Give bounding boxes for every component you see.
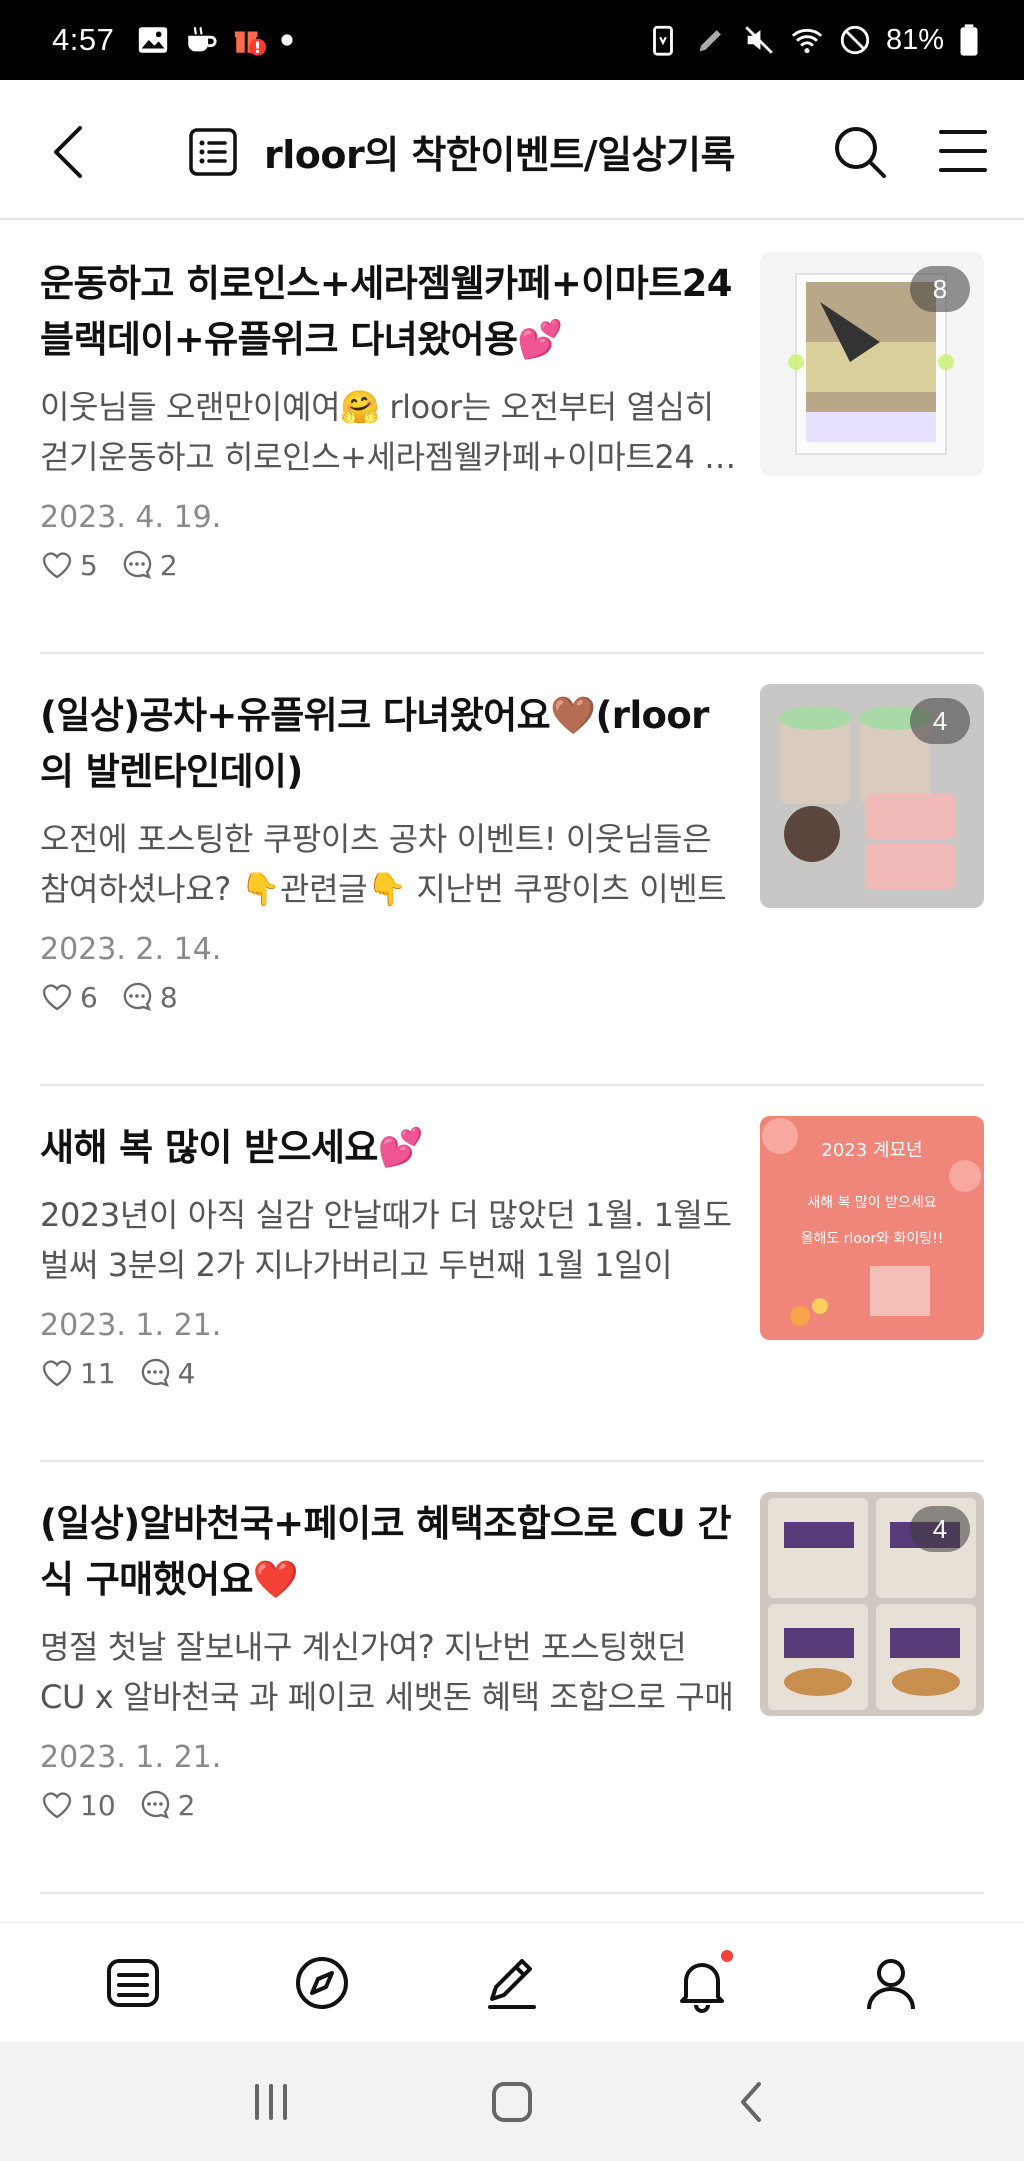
thumbnail-caption-line: 새해 복 많이 받으세요 (807, 1195, 937, 1211)
notification-dot (720, 1949, 733, 1962)
status-time: 4:57 (52, 22, 115, 57)
heart-icon (42, 984, 72, 1011)
battery-saver-icon (646, 23, 680, 57)
post-title[interactable]: (일상)알바천국+페이코 혜택조합으로 CU 간식 구매했어요❤️ (40, 1496, 740, 1608)
comment-icon (123, 550, 152, 579)
image-count-badge: 8 (910, 266, 970, 312)
home-icon (491, 2081, 532, 2122)
recent-apps-button[interactable] (241, 2072, 301, 2132)
app-header: rloor의 착한이벤트/일상기록 (0, 80, 1024, 220)
like-count: 6 (80, 980, 98, 1014)
pen-icon (694, 23, 728, 57)
status-bar: 4:57 81% (0, 0, 1024, 80)
thumbnail-caption-line: 올해도 rloor와 화이팅!! (800, 1231, 944, 1247)
menu-button[interactable] (938, 126, 988, 176)
blog-title-group[interactable]: rloor의 착한이벤트/일상기록 (188, 124, 735, 179)
comment-icon (141, 1790, 169, 1819)
post-excerpt: 명절 첫날 잘보내구 계신가여? 지난번 포스팅했던 CU x 알바천국 과 페… (40, 1628, 734, 1716)
post-date: 2023. 2. 14. (40, 932, 222, 967)
post-title[interactable]: 새해 복 많이 받으세요💕 (40, 1120, 740, 1176)
bottom-nav (0, 1922, 1024, 2042)
nav-feed[interactable] (100, 1950, 166, 2016)
wifi-icon (790, 23, 824, 57)
post-item[interactable]: 새해 복 많이 받으세요💕 2023년이 아직 실감 안날때가 더 많았던 1월… (40, 1086, 984, 1462)
nav-write[interactable] (479, 1950, 545, 2016)
post-date: 2023. 4. 19. (40, 500, 222, 535)
like-stat[interactable]: 10 (40, 1788, 116, 1822)
like-count: 5 (80, 548, 98, 582)
post-item[interactable]: 운동하고 히로인스+세라젬웰카페+이마트24 블랙데이+유플위크 다녀왔어용💕 … (40, 222, 984, 654)
post-item[interactable]: (일상)공차+유플위크 다녀왔어요🤎(rloor의 발렌타인데이) 오전에 포스… (40, 654, 984, 1086)
back-button[interactable] (44, 122, 94, 182)
heart-icon (42, 1360, 72, 1387)
dot-icon (280, 23, 294, 57)
comment-stat[interactable]: 4 (138, 1356, 196, 1390)
hamburger-icon (939, 130, 987, 172)
comment-icon (141, 1358, 169, 1387)
like-stat[interactable]: 11 (40, 1356, 116, 1390)
feed-icon (106, 1958, 159, 2007)
image-count-badge: 4 (910, 1506, 970, 1552)
home-button[interactable] (482, 2072, 542, 2132)
nav-profile[interactable] (858, 1950, 924, 2016)
post-excerpt: 2023년이 아직 실감 안날때가 더 많았던 1월. 1월도 벌써 3분의 2… (40, 1196, 732, 1284)
comment-count: 2 (177, 1788, 196, 1822)
like-count: 10 (80, 1788, 116, 1822)
post-thumbnail[interactable]: 4 (760, 1492, 984, 1716)
post-stats: 6 8 (40, 980, 178, 1014)
write-icon (487, 1958, 536, 2009)
nav-notifications[interactable] (669, 1949, 735, 2016)
back-icon (741, 2081, 762, 2122)
comment-count: 8 (159, 980, 178, 1014)
post-list: 운동하고 히로인스+세라젬웰카페+이마트24 블랙데이+유플위크 다녀왔어용💕 … (40, 222, 984, 1894)
like-stat[interactable]: 6 (40, 980, 98, 1014)
thumbnail-caption-line: 2023 계묘년 (821, 1140, 923, 1161)
comment-count: 2 (159, 548, 178, 582)
post-item[interactable]: (일상)알바천국+페이코 혜택조합으로 CU 간식 구매했어요❤️ 명절 첫날 … (40, 1462, 984, 1894)
image-count-badge: 4 (910, 698, 970, 744)
post-date: 2023. 1. 21. (40, 1740, 222, 1775)
comment-stat[interactable]: 2 (138, 1788, 196, 1822)
heart-icon (42, 552, 72, 579)
search-icon (835, 127, 886, 178)
system-back-button[interactable] (723, 2072, 783, 2132)
gift-alert-icon (232, 23, 267, 57)
thumbnail-caption: 2023 계묘년 새해 복 많이 받으세요 올해도 rloor와 화이팅!! (760, 1136, 984, 1248)
comment-count: 4 (177, 1356, 196, 1390)
page-title: rloor의 착한이벤트/일상기록 (264, 133, 735, 177)
image-icon (136, 23, 170, 57)
post-excerpt: 오전에 포스팅한 쿠팡이츠 공차 이벤트! 이웃님들은 참여하셨나요? 👇관련글… (40, 820, 727, 908)
comment-stat[interactable]: 2 (120, 548, 178, 582)
heart-icon (42, 1792, 72, 1819)
system-nav (0, 2042, 1024, 2161)
like-count: 11 (80, 1356, 116, 1390)
post-thumbnail[interactable]: 2023 계묘년 새해 복 많이 받으세요 올해도 rloor와 화이팅!! (760, 1116, 984, 1340)
post-title[interactable]: 운동하고 히로인스+세라젬웰카페+이마트24 블랙데이+유플위크 다녀왔어용💕 (40, 256, 740, 368)
post-thumbnail[interactable]: 4 (760, 684, 984, 908)
post-excerpt: 이웃님들 오랜만이예여🤗 rloor는 오전부터 열심히 걷기운동하고 히로인스… (40, 388, 734, 476)
battery-percent: 81% (885, 23, 944, 56)
profile-icon (867, 1958, 916, 2009)
recent-apps-icon (254, 2083, 287, 2120)
list-icon (188, 127, 238, 177)
search-button[interactable] (832, 124, 888, 180)
dnd-icon (838, 23, 872, 57)
comment-icon (123, 982, 152, 1011)
bell-icon (679, 1962, 724, 2013)
post-date: 2023. 1. 21. (40, 1308, 222, 1343)
coffee-icon (184, 23, 218, 57)
post-stats: 11 4 (40, 1356, 195, 1390)
battery-icon (958, 23, 980, 57)
like-stat[interactable]: 5 (40, 548, 98, 582)
post-stats: 5 2 (40, 548, 178, 582)
mute-icon (742, 23, 776, 57)
comment-stat[interactable]: 8 (120, 980, 178, 1014)
post-title[interactable]: (일상)공차+유플위크 다녀왔어요🤎(rloor의 발렌타인데이) (40, 688, 740, 800)
nav-explore[interactable] (289, 1950, 355, 2016)
post-thumbnail[interactable]: 8 (760, 252, 984, 476)
post-stats: 10 2 (40, 1788, 195, 1822)
compass-icon (296, 1956, 349, 2009)
